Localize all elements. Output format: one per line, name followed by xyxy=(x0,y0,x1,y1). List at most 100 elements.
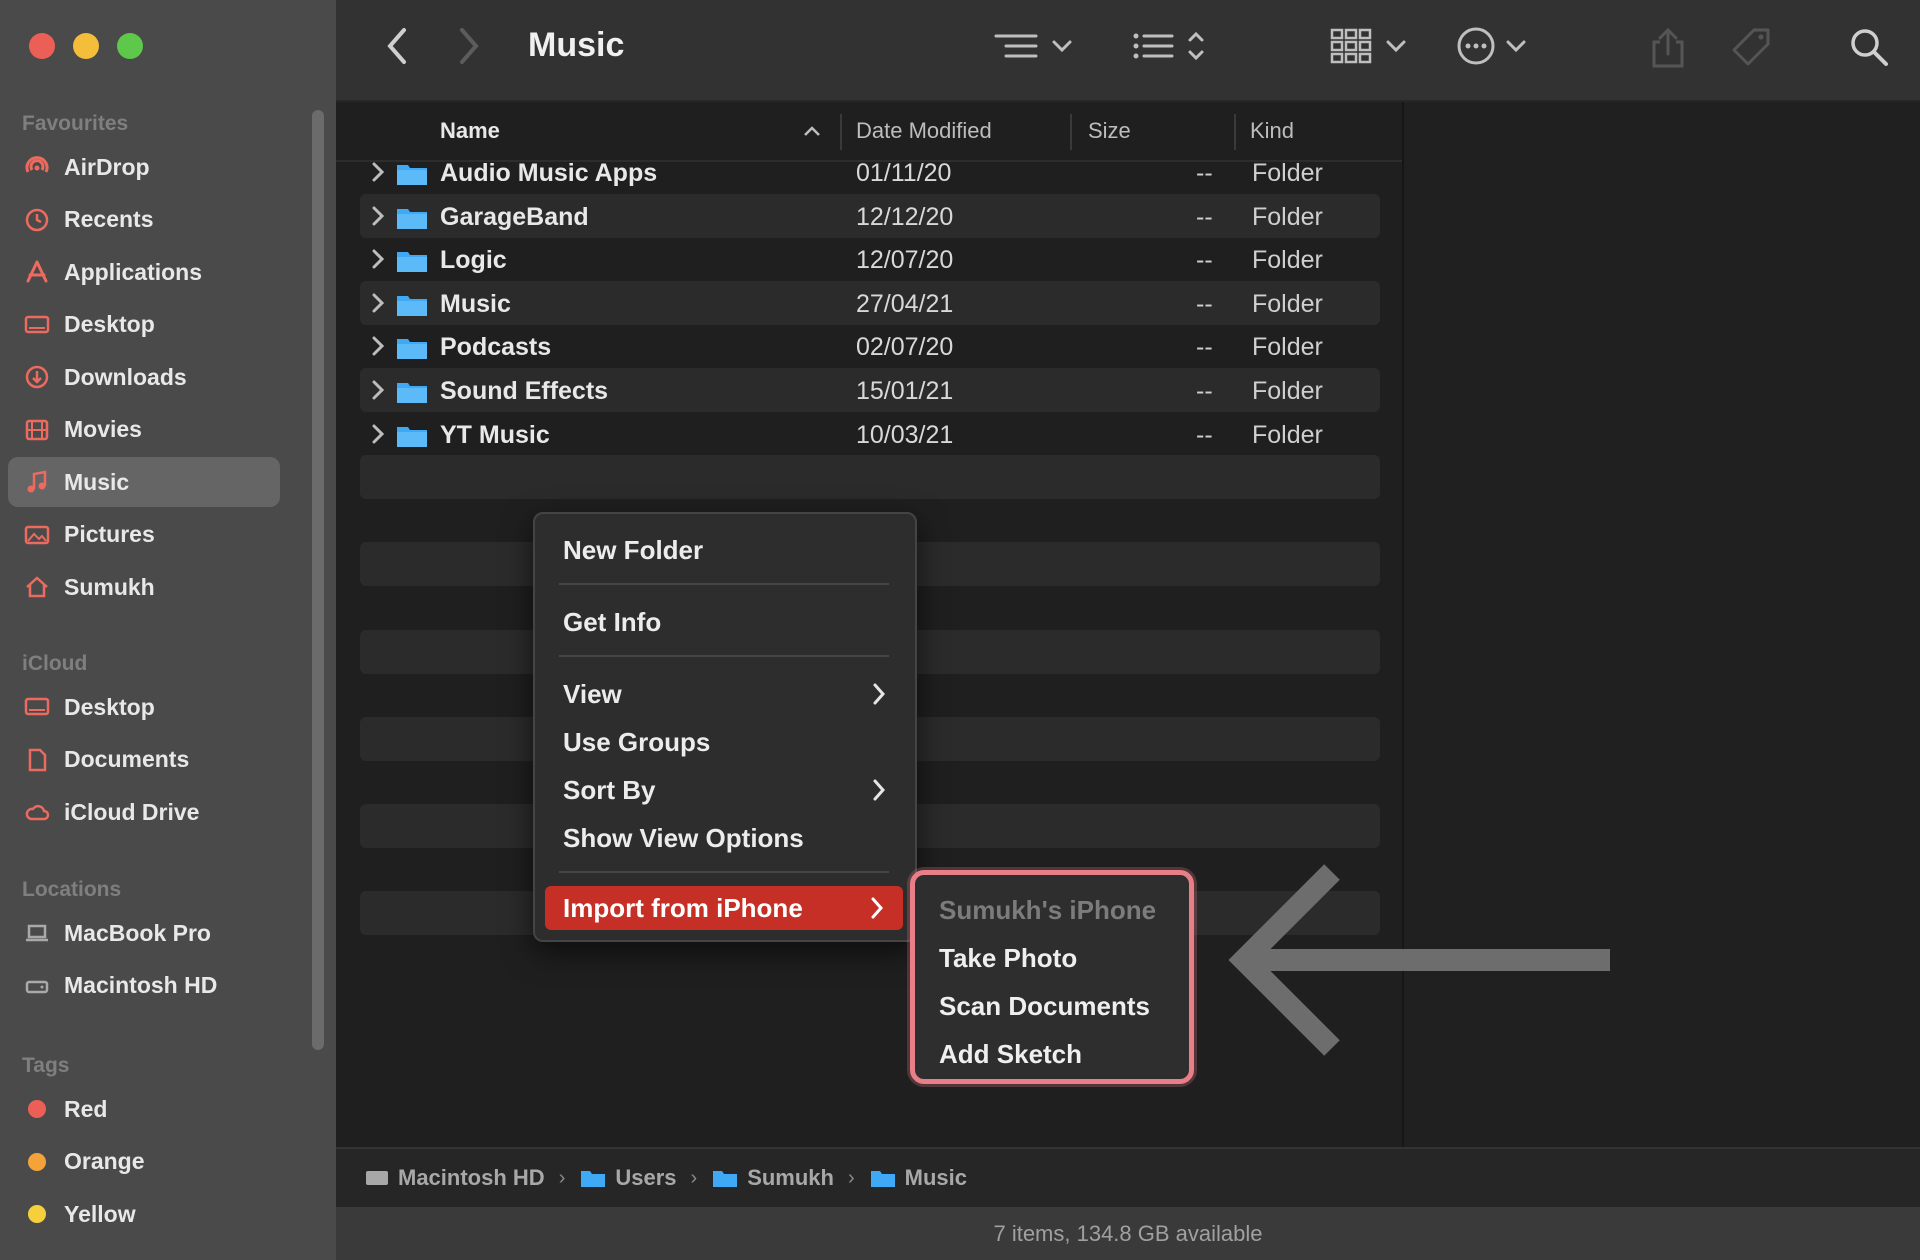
import-submenu: Sumukh's iPhone Take Photo Scan Document… xyxy=(910,870,1194,1084)
disclosure-chevron-icon[interactable] xyxy=(370,422,386,446)
disclosure-chevron-icon[interactable] xyxy=(370,247,386,271)
path-macintosh-hd[interactable]: Macintosh HD xyxy=(364,1165,545,1191)
file-kind: Folder xyxy=(1252,159,1323,187)
column-kind[interactable]: Kind xyxy=(1250,118,1294,144)
path-music[interactable]: Music xyxy=(869,1165,967,1191)
sidebar-item-movies[interactable]: Movies xyxy=(8,405,280,455)
disclosure-chevron-icon[interactable] xyxy=(370,291,386,315)
menu-item-view[interactable]: View xyxy=(535,672,915,716)
menu-separator xyxy=(559,583,889,585)
disclosure-chevron-icon[interactable] xyxy=(370,204,386,228)
menu-separator xyxy=(559,655,889,657)
list-indent-icon xyxy=(994,34,1072,58)
column-size[interactable]: Size xyxy=(1088,118,1131,144)
chevron-right-icon xyxy=(873,683,886,705)
table-row[interactable]: GarageBand 12/12/20 -- Folder xyxy=(360,193,1380,238)
sidebar-item-red[interactable]: Red xyxy=(8,1084,280,1134)
tag-dot-icon xyxy=(24,1096,50,1122)
sidebar-item-yellow[interactable]: Yellow xyxy=(8,1189,280,1239)
sidebar-item-orange[interactable]: Orange xyxy=(8,1137,280,1187)
share-button[interactable] xyxy=(1648,26,1688,70)
action-button[interactable] xyxy=(1456,26,1536,66)
view-mode-button[interactable] xyxy=(1330,26,1418,66)
sidebar-item-label: Desktop xyxy=(64,311,155,337)
sidebar-item-applications[interactable]: Applications xyxy=(8,247,280,297)
column-date-modified[interactable]: Date Modified xyxy=(856,118,992,144)
sidebar-item-downloads[interactable]: Downloads xyxy=(8,352,280,402)
path-separator-icon: › xyxy=(847,1166,855,1189)
airdrop-icon xyxy=(24,154,50,180)
sidebar-item-label: Recents xyxy=(64,206,154,232)
submenu-scan-documents[interactable]: Scan Documents xyxy=(939,991,1150,1022)
file-date: 12/07/20 xyxy=(856,246,954,275)
menu-item-import-from-iphone[interactable]: Import from iPhone xyxy=(545,886,903,930)
sidebar-item-desktop[interactable]: Desktop xyxy=(8,300,280,350)
sidebar: Favourites iCloud Locations Tags AirDrop… xyxy=(0,0,336,1260)
sidebar-item-desktop[interactable]: Desktop xyxy=(8,682,280,732)
file-size: -- xyxy=(1196,246,1213,275)
submenu-device-label: Sumukh's iPhone xyxy=(939,895,1157,925)
sidebar-item-airdrop[interactable]: AirDrop xyxy=(8,142,280,192)
close-button[interactable] xyxy=(29,33,55,59)
sidebar-item-macintosh-hd[interactable]: Macintosh HD xyxy=(8,961,280,1011)
sidebar-item-music[interactable]: Music xyxy=(8,457,280,507)
section-locations: Locations xyxy=(22,878,122,901)
table-row[interactable]: Audio Music Apps 01/11/20 -- Folder xyxy=(360,150,1380,194)
sidebar-item-pictures[interactable]: Pictures xyxy=(8,510,280,560)
search-button[interactable] xyxy=(1848,26,1890,68)
sidebar-scrollbar[interactable] xyxy=(312,110,324,1050)
menu-item-get-info[interactable]: Get Info xyxy=(535,600,915,644)
window-controls xyxy=(29,33,143,59)
submenu-add-sketch[interactable]: Add Sketch xyxy=(939,1039,1082,1070)
back-button[interactable] xyxy=(384,26,412,66)
menu-item-show-view-options[interactable]: Show View Options xyxy=(535,816,915,860)
column-name[interactable]: Name xyxy=(440,118,500,144)
sidebar-item-label: Red xyxy=(64,1095,108,1122)
zoom-button[interactable] xyxy=(117,33,143,59)
file-kind: Folder xyxy=(1252,202,1323,231)
drive-icon xyxy=(24,973,50,999)
tag-button[interactable] xyxy=(1728,26,1774,70)
file-size: -- xyxy=(1196,202,1213,231)
sidebar-item-sumukh[interactable]: Sumukh xyxy=(8,562,280,612)
sidebar-item-label: Desktop xyxy=(64,693,155,720)
sort-button[interactable] xyxy=(1130,26,1210,66)
sidebar-item-label: Pictures xyxy=(64,521,155,547)
forward-button[interactable] xyxy=(454,26,482,66)
share-icon xyxy=(1652,27,1684,68)
table-row[interactable]: Logic 12/07/20 -- Folder xyxy=(360,237,1380,281)
file-size: -- xyxy=(1196,289,1213,318)
section-tags: Tags xyxy=(22,1054,70,1077)
path-sumukh[interactable]: Sumukh xyxy=(711,1165,834,1191)
path-users[interactable]: Users xyxy=(579,1165,677,1191)
sidebar-item-documents[interactable]: Documents xyxy=(8,735,280,785)
menu-item-use-groups[interactable]: Use Groups xyxy=(535,720,915,764)
file-size: -- xyxy=(1196,420,1213,449)
menu-item-new-folder[interactable]: New Folder xyxy=(535,528,915,572)
menu-item-sort-by[interactable]: Sort By xyxy=(535,768,915,812)
desktop-icon xyxy=(24,312,50,338)
sidebar-item-macbook-pro[interactable]: MacBook Pro xyxy=(8,908,280,958)
disclosure-chevron-icon[interactable] xyxy=(370,334,386,358)
minimize-button[interactable] xyxy=(73,33,99,59)
sidebar-item-label: Sumukh xyxy=(64,573,155,600)
submenu-take-photo[interactable]: Take Photo xyxy=(939,943,1077,974)
disclosure-chevron-icon[interactable] xyxy=(370,378,386,402)
sidebar-item-label: iCloud Drive xyxy=(64,798,200,825)
table-row[interactable]: YT Music 10/03/21 -- Folder xyxy=(360,412,1380,456)
table-row[interactable]: Podcasts 02/07/20 -- Folder xyxy=(360,324,1380,368)
sidebar-item-recents[interactable]: Recents xyxy=(8,195,280,245)
file-kind: Folder xyxy=(1252,246,1323,275)
file-kind: Folder xyxy=(1252,289,1323,318)
file-name: Music xyxy=(440,289,511,318)
chevron-right-icon xyxy=(873,779,886,801)
folder-icon xyxy=(397,208,427,229)
disclosure-chevron-icon[interactable] xyxy=(370,160,386,184)
table-row[interactable]: Music 27/04/21 -- Folder xyxy=(360,280,1380,325)
laptop-icon xyxy=(24,920,50,946)
downloads-icon xyxy=(24,364,50,390)
group-button[interactable] xyxy=(992,26,1076,66)
sidebar-item-icloud-drive[interactable]: iCloud Drive xyxy=(8,787,280,837)
photo-icon xyxy=(24,522,50,548)
table-row[interactable]: Sound Effects 15/01/21 -- Folder xyxy=(360,368,1380,412)
